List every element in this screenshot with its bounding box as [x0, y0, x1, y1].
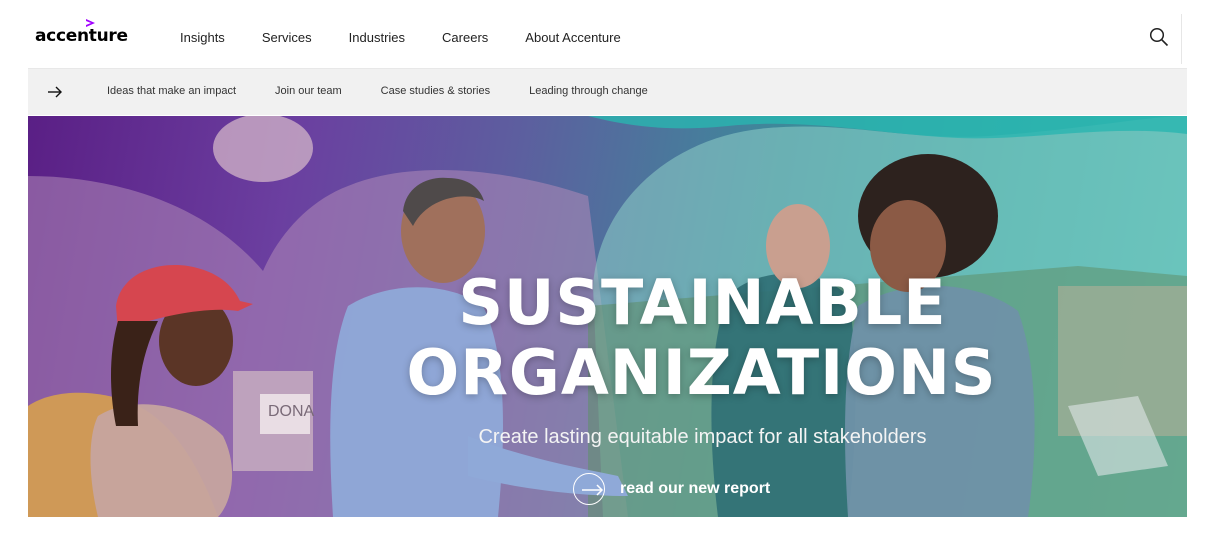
arrow-right-icon[interactable]: [47, 85, 63, 99]
hero-headline-line2: ORGANIZATIONS: [406, 336, 997, 409]
arrow-circle-icon: [573, 473, 605, 505]
read-report-label: read our new report: [620, 480, 771, 497]
nav-divider: [1181, 14, 1182, 64]
hero-subheadline: Create lasting equitable impact for all …: [478, 426, 927, 448]
accenture-logo[interactable]: accenture: [35, 26, 128, 46]
hero-headline-line1: SUSTAINABLE: [458, 266, 947, 339]
top-navigation: accenture Insights Services Industries C…: [0, 0, 1213, 68]
subnav-item-case-studies[interactable]: Case studies & stories: [381, 85, 490, 97]
logo-chevron-icon: [86, 19, 95, 27]
nav-item-careers[interactable]: Careers: [442, 30, 488, 45]
nav-item-about[interactable]: About Accenture: [525, 30, 620, 45]
search-icon[interactable]: [1149, 27, 1169, 47]
secondary-nav: Ideas that make an impact Join our team …: [28, 68, 1187, 115]
primary-nav: Insights Services Industries Careers Abo…: [180, 30, 658, 45]
nav-item-insights[interactable]: Insights: [180, 30, 225, 45]
subnav-item-join-team[interactable]: Join our team: [275, 85, 342, 97]
hero-banner: DONA SUSTAINABLE ORGANIZATIONS Create la…: [28, 116, 1187, 517]
subnav-item-ideas[interactable]: Ideas that make an impact: [107, 85, 236, 97]
nav-item-industries[interactable]: Industries: [349, 30, 405, 45]
subnav-item-leading-change[interactable]: Leading through change: [529, 85, 648, 97]
nav-item-services[interactable]: Services: [262, 30, 312, 45]
read-report-button[interactable]: read our new report: [573, 473, 770, 505]
